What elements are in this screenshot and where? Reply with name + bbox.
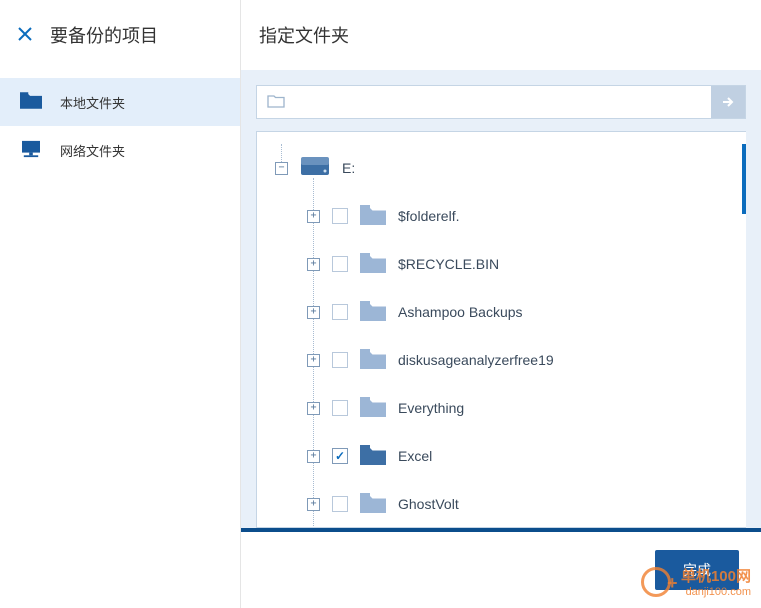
drive-icon [300, 156, 342, 181]
tree-row[interactable]: + $RECYCLE.BIN [275, 240, 746, 288]
expand-toggle[interactable]: + [307, 210, 320, 223]
folder-label: $RECYCLE.BIN [398, 256, 499, 272]
folder-label: GhostVolt [398, 496, 459, 512]
folder-icon [360, 205, 398, 228]
go-button[interactable] [711, 86, 745, 118]
close-icon[interactable] [18, 25, 32, 46]
network-folder-icon [20, 140, 42, 161]
folder-checkbox[interactable] [332, 304, 348, 320]
expand-toggle[interactable]: + [307, 306, 320, 319]
sidebar-item-network-folder[interactable]: 网络文件夹 [0, 126, 240, 175]
folder-label: Everything [398, 400, 464, 416]
folder-label: Excel [398, 448, 432, 464]
folder-checkbox[interactable] [332, 352, 348, 368]
page-title: 指定文件夹 [259, 26, 349, 46]
path-input[interactable] [293, 95, 701, 110]
folder-icon [360, 397, 398, 420]
drive-label[interactable]: E: [342, 160, 355, 176]
folder-icon [360, 349, 398, 372]
folder-outline-icon [267, 94, 285, 111]
tree-row[interactable]: + Everything [275, 384, 746, 432]
tree-row[interactable]: + GhostVolt [275, 480, 746, 528]
expand-toggle[interactable]: + [307, 354, 320, 367]
sidebar-item-label: 网络文件夹 [60, 141, 125, 160]
expand-toggle[interactable]: + [307, 258, 320, 271]
folder-label: Ashampoo Backups [398, 304, 523, 320]
folder-label: diskusageanalyzerfree19 [398, 352, 554, 368]
folder-icon [360, 253, 398, 276]
sidebar-item-local-folder[interactable]: 本地文件夹 [0, 78, 240, 126]
folder-checkbox[interactable] [332, 256, 348, 272]
folder-checkbox[interactable] [332, 448, 348, 464]
folder-icon [360, 301, 398, 324]
collapse-toggle[interactable]: − [275, 162, 288, 175]
tree-row[interactable]: + Excel [275, 432, 746, 480]
folder-checkbox[interactable] [332, 496, 348, 512]
folder-icon [360, 493, 398, 516]
folder-icon [360, 445, 398, 468]
sidebar-title: 要备份的项目 [50, 22, 158, 48]
folder-icon [20, 92, 42, 112]
done-button[interactable]: 完成 [655, 550, 739, 590]
expand-toggle[interactable]: + [307, 450, 320, 463]
folder-checkbox[interactable] [332, 208, 348, 224]
path-bar [256, 85, 746, 119]
sidebar-item-label: 本地文件夹 [60, 93, 125, 112]
folder-checkbox[interactable] [332, 400, 348, 416]
expand-toggle[interactable]: + [307, 402, 320, 415]
tree-row[interactable]: + Ashampoo Backups [275, 288, 746, 336]
folder-label: $folderelf. [398, 208, 459, 224]
tree-row[interactable]: + $folderelf. [275, 192, 746, 240]
tree-row[interactable]: + diskusageanalyzerfree19 [275, 336, 746, 384]
expand-toggle[interactable]: + [307, 498, 320, 511]
